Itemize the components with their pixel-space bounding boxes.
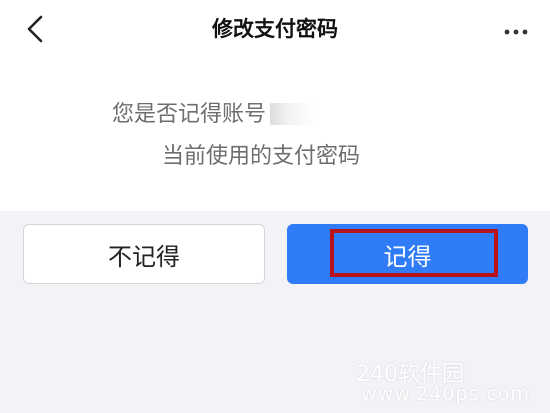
question-line-2: 当前使用的支付密码 — [162, 144, 361, 169]
more-horizontal-icon — [504, 20, 528, 39]
remember-password-button[interactable]: 记得 — [287, 224, 528, 284]
question-line-1: 您是否记得账号 — [112, 98, 317, 132]
page-title: 修改支付密码 — [212, 17, 338, 41]
more-button[interactable] — [498, 14, 534, 44]
forgot-password-button[interactable]: 不记得 — [23, 224, 265, 284]
question-text-1: 您是否记得账号 — [112, 102, 267, 127]
masked-account — [270, 103, 317, 125]
watermark-url: www.240ps.com — [361, 383, 530, 405]
